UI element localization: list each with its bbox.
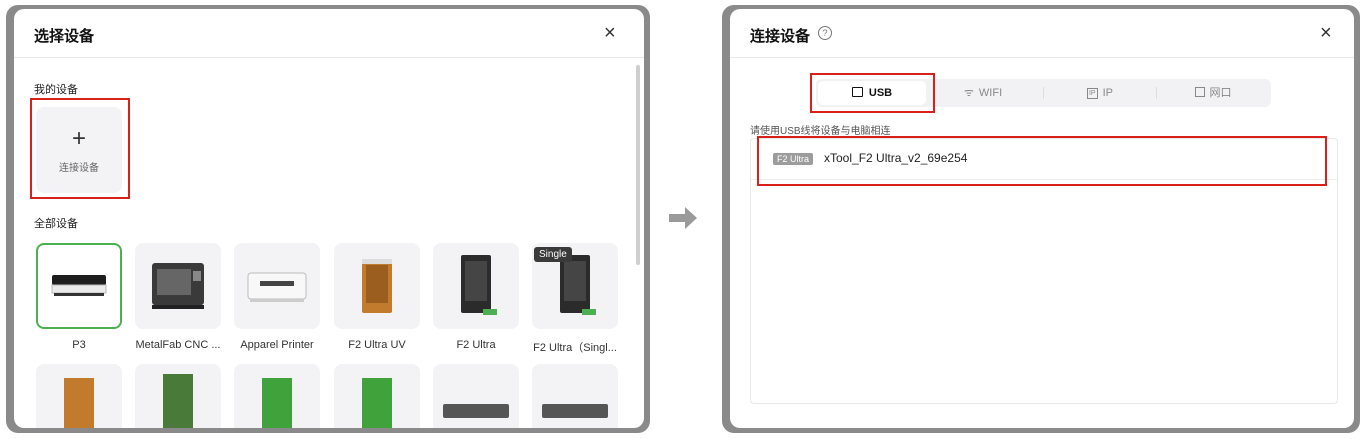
tab-ip[interactable]: IP IP: [1044, 79, 1156, 107]
device-card-row2-3[interactable]: [234, 364, 320, 428]
dialog-title: 选择设备: [34, 28, 95, 45]
all-devices-label: 全部设备: [34, 218, 78, 230]
device-label-f2-ultra-uv: F2 Ultra UV: [348, 339, 406, 351]
device-label-f2-ultra: F2 Ultra: [456, 339, 496, 351]
tab-ethernet-label: 网口: [1209, 87, 1232, 99]
header-divider: [730, 57, 1354, 58]
highlight-device-item: [757, 136, 1327, 186]
single-tag: Single: [534, 247, 572, 262]
connect-device-dialog: 连接设备 ? × USB ᯤ WIFI IP IP 网口 请使用USB线将设备与电脑…: [730, 9, 1354, 428]
device-image-row2-1: [64, 378, 94, 428]
apparel-printer-image: [247, 272, 307, 302]
ethernet-icon: [1194, 87, 1205, 97]
device-card-f2-ultra-uv[interactable]: [334, 243, 420, 329]
device-card-p3[interactable]: [36, 243, 122, 329]
ip-icon: IP: [1086, 88, 1098, 99]
f2-ultra-uv-image: [362, 259, 392, 313]
device-card-apparel-printer[interactable]: [234, 243, 320, 329]
f2-ultra-image: [461, 255, 497, 315]
device-card-row2-5[interactable]: [433, 364, 519, 428]
device-card-f2-ultra-single[interactable]: Single: [532, 243, 618, 329]
device-card-row2-2[interactable]: [135, 364, 221, 428]
highlight-usb-tab: [810, 73, 935, 113]
device-label-apparel-printer: Apparel Printer: [240, 339, 314, 351]
device-label-p3: P3: [72, 339, 86, 351]
close-button[interactable]: ×: [604, 23, 616, 43]
device-card-f2-ultra[interactable]: [433, 243, 519, 329]
header-divider: [14, 57, 644, 58]
wifi-icon: ᯤ: [963, 87, 974, 99]
device-image-row2-6: [542, 404, 608, 418]
device-label-metalfab: MetalFab CNC ...: [135, 339, 221, 351]
device-label-f2-ultra-single: F2 Ultra（Singl...: [533, 342, 617, 354]
highlight-connect-device: [30, 98, 130, 199]
my-devices-label: 我的设备: [34, 84, 78, 96]
device-image-row2-2: [163, 374, 193, 428]
device-card-row2-4[interactable]: [334, 364, 420, 428]
tab-ethernet[interactable]: 网口: [1157, 79, 1269, 107]
device-image-row2-4: [362, 378, 392, 428]
p3-device-image: [51, 275, 107, 296]
help-icon[interactable]: ?: [818, 26, 832, 40]
tab-wifi-label: WIFI: [978, 87, 1003, 99]
usb-hint: 请使用USB线将设备与电脑相连: [750, 126, 891, 137]
arrow-right-icon: [669, 207, 697, 229]
tab-wifi[interactable]: ᯤ WIFI: [928, 79, 1038, 107]
close-button[interactable]: ×: [1320, 23, 1332, 43]
device-card-row2-6[interactable]: [532, 364, 618, 428]
device-image-row2-3: [262, 378, 292, 428]
device-card-metalfab[interactable]: [135, 243, 221, 329]
device-image-row2-5: [443, 404, 509, 418]
tab-ip-label: IP: [1102, 87, 1114, 99]
device-card-row2-1[interactable]: [36, 364, 122, 428]
select-device-dialog: 选择设备 × 我的设备 + 连接设备 全部设备 Single P3 MetalF…: [14, 9, 644, 428]
scrollbar[interactable]: [636, 65, 640, 265]
metalfab-device-image: [152, 263, 204, 309]
dialog-title: 连接设备: [750, 28, 811, 45]
